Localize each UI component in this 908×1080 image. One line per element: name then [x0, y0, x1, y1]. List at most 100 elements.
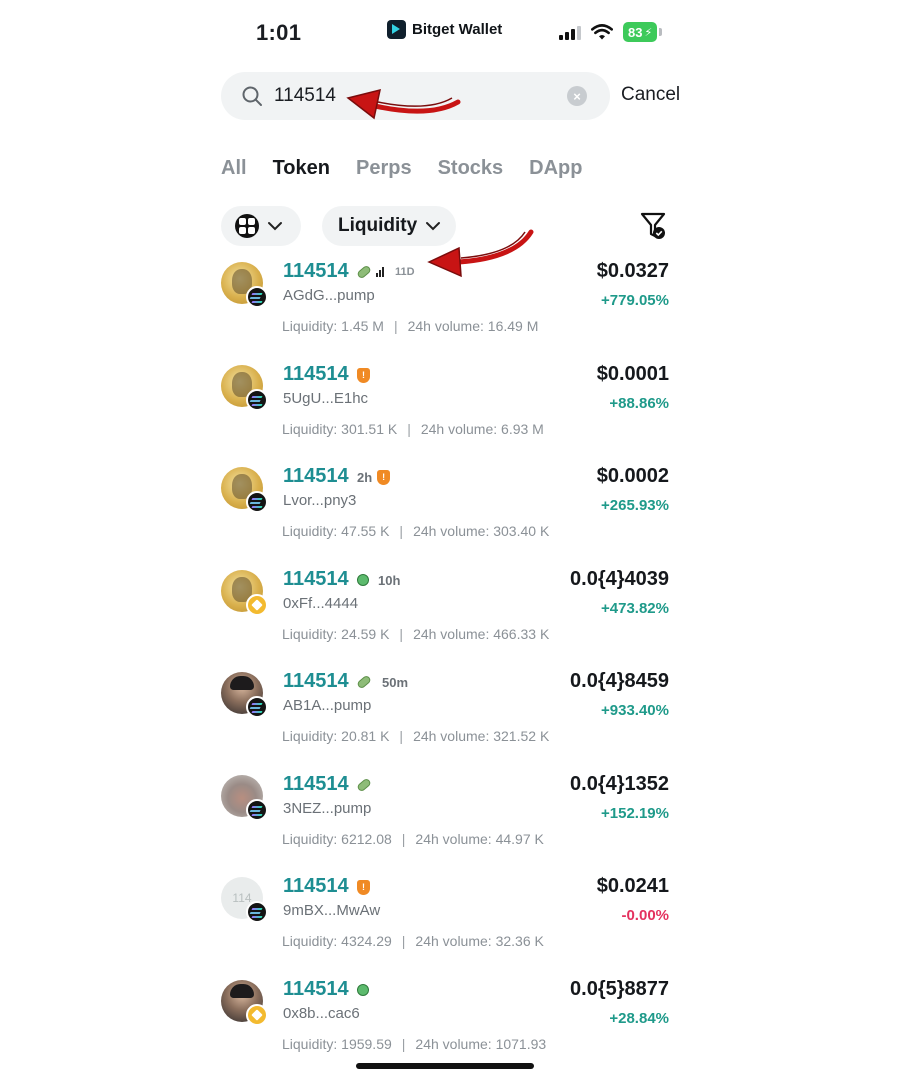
liquidity-label: Liquidity: — [282, 318, 338, 334]
bar-chart-icon — [376, 267, 384, 277]
token-price: 0.0{4}4039 — [570, 568, 669, 590]
token-name: 114514 — [283, 363, 349, 385]
battery-indicator: 83 ⚡ — [623, 22, 663, 42]
volume-label: 24h volume: — [413, 523, 490, 539]
token-row[interactable]: 114514 50m AB1A...pump Liquidity: 20.81 … — [221, 670, 669, 767]
stats-separator: | — [393, 318, 398, 334]
price-change: +779.05% — [601, 292, 669, 309]
token-age: 2h — [357, 469, 373, 485]
tab-stocks[interactable]: Stocks — [438, 157, 504, 180]
price-change: +473.82% — [601, 600, 669, 617]
sort-label: Liquidity — [338, 215, 418, 236]
battery-level: 83 ⚡ — [623, 22, 658, 42]
filter-icon[interactable] — [640, 212, 668, 242]
solana-chain-icon — [246, 286, 268, 308]
volume-label: 24h volume: — [420, 421, 498, 437]
token-price: $0.0241 — [596, 875, 669, 897]
stats-separator: | — [407, 421, 411, 437]
token-price: 0.0{5}8877 — [570, 978, 669, 1000]
home-indicator — [356, 1063, 534, 1069]
tab-token[interactable]: Token — [273, 157, 330, 180]
token-tags: ! — [357, 366, 370, 384]
volume-label: 24h volume: — [415, 933, 492, 949]
token-tags: ! — [357, 878, 370, 896]
token-address: AGdG...pump — [283, 287, 375, 304]
volume-label: 24h volume: — [415, 1036, 492, 1052]
token-address: 3NEZ...pump — [283, 800, 372, 817]
token-row[interactable]: 114514 10h 0xFf...4444 Liquidity: 24.59 … — [221, 568, 669, 665]
volume-value: 44.97 K — [495, 831, 544, 847]
token-name: 114514 — [283, 260, 349, 282]
token-stats: Liquidity: 301.51 K | 24h volume: 6.93 M — [282, 421, 544, 437]
token-name: 114514 — [283, 875, 349, 897]
token-row[interactable]: 114514 0x8b...cac6 Liquidity: 1959.59 | 24… — [221, 978, 669, 1075]
tab-dapp[interactable]: DApp — [529, 157, 582, 180]
token-row[interactable]: 114 114514 ! 9mBX...MwAw Liquidity: 4324… — [221, 875, 669, 972]
token-stats: Liquidity: 6212.08 | 24h volume: 44.97 K — [282, 831, 544, 847]
token-name: 114514 — [283, 568, 349, 590]
tab-all[interactable]: All — [221, 157, 247, 180]
stats-separator: | — [399, 728, 404, 744]
search-icon — [242, 86, 262, 106]
stats-separator: | — [401, 933, 406, 949]
volume-value: 16.49 M — [487, 318, 539, 334]
token-tags: 50m — [356, 673, 409, 691]
brand: Bitget Wallet — [387, 20, 502, 39]
liquidity-value: 47.55 K — [341, 523, 390, 539]
solana-chain-icon — [246, 491, 268, 513]
liquidity-label: Liquidity: — [282, 831, 338, 847]
pill-icon — [356, 674, 372, 690]
token-age: 50m — [382, 674, 409, 690]
token-tags: 10h — [357, 571, 400, 589]
price-change: +933.40% — [601, 702, 669, 719]
token-price: $0.0002 — [596, 465, 669, 487]
liquidity-label: Liquidity: — [282, 523, 338, 539]
status-indicators: 83 ⚡ — [559, 22, 663, 42]
liquidity-label: Liquidity: — [282, 421, 338, 437]
clear-search-icon[interactable]: × — [567, 86, 587, 106]
chevron-down-icon — [426, 222, 441, 231]
pill-icon — [356, 264, 372, 280]
stats-separator: | — [399, 523, 404, 539]
token-address: Lvor...pny3 — [283, 492, 357, 509]
liquidity-value: 1959.59 — [341, 1036, 392, 1052]
liquidity-label: Liquidity: — [282, 626, 338, 642]
price-change: +88.86% — [609, 395, 669, 412]
token-address: 5UgU...E1hc — [283, 390, 369, 407]
search-input[interactable] — [274, 84, 554, 108]
search-bar[interactable]: × — [221, 72, 610, 120]
chevron-down-icon — [268, 222, 282, 231]
pill-icon — [356, 777, 372, 793]
volume-value: 32.36 K — [495, 933, 544, 949]
battery-percent: 83 — [628, 24, 643, 40]
volume-label: 24h volume: — [415, 831, 492, 847]
volume-value: 321.52 K — [493, 728, 550, 744]
wifi-icon — [591, 23, 613, 39]
all-chains-icon — [235, 214, 259, 238]
token-row[interactable]: 114514 2h ! Lvor...pny3 Liquidity: 47.55… — [221, 465, 669, 562]
security-warning-icon: ! — [357, 367, 370, 383]
cancel-button[interactable]: Cancel — [621, 84, 680, 106]
token-price: $0.0001 — [596, 363, 669, 385]
token-stats: Liquidity: 47.55 K | 24h volume: 303.40 K — [282, 523, 549, 539]
sort-liquidity-dropdown[interactable]: Liquidity — [322, 206, 456, 246]
frog-icon — [357, 984, 369, 996]
liquidity-label: Liquidity: — [282, 1036, 338, 1052]
token-row[interactable]: 114514 3NEZ...pump Liquidity: 6212.08 | 24… — [221, 773, 669, 870]
token-age: 10h — [378, 572, 401, 588]
liquidity-value: 4324.29 — [341, 933, 392, 949]
tab-perps[interactable]: Perps — [356, 157, 412, 180]
security-warning-icon: ! — [377, 469, 391, 485]
stats-separator: | — [399, 626, 404, 642]
liquidity-value: 24.59 K — [341, 626, 390, 642]
token-row[interactable]: 114514 11D AGdG...pump Liquidity: 1.45 M… — [221, 260, 669, 357]
status-time: 1:01 — [256, 20, 302, 45]
volume-value: 303.40 K — [493, 523, 550, 539]
token-row[interactable]: 114514 ! 5UgU...E1hc Liquidity: 301.51 K… — [221, 363, 669, 460]
token-name: 114514 — [283, 465, 349, 487]
bnb-chain-icon — [246, 1004, 268, 1026]
bnb-chain-icon — [246, 594, 268, 616]
token-stats: Liquidity: 1959.59 | 24h volume: 1071.93 — [282, 1036, 546, 1052]
chain-selector-button[interactable] — [221, 206, 301, 246]
token-price: $0.0327 — [596, 260, 669, 282]
